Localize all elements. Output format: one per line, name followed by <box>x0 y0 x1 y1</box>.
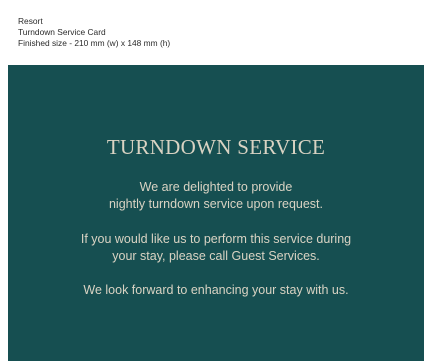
card-text-line: We are delighted to provide <box>139 180 293 194</box>
card-text-line: your stay, please call Guest Services. <box>112 249 320 263</box>
card-paragraph-instructions: If you would like us to perform this ser… <box>8 231 424 265</box>
card-text-line: nightly turndown service upon request. <box>108 197 323 211</box>
card-paragraph-closing: We look forward to enhancing your stay w… <box>8 282 424 299</box>
page: Resort Turndown Service Card Finished si… <box>0 0 424 361</box>
card-paragraph-intro: We are delighted to provide nightly turn… <box>8 179 424 213</box>
spec-document-name: Turndown Service Card <box>18 27 106 37</box>
card-text-line: If you would like us to perform this ser… <box>80 232 352 246</box>
card-title: TURNDOWN SERVICE <box>106 135 326 159</box>
spec-property-name: Resort <box>18 16 43 26</box>
turndown-card: TURNDOWN SERVICE We are delighted to pro… <box>8 65 424 361</box>
card-text-line: We look forward to enhancing your stay w… <box>83 283 349 297</box>
spec-header: Resort Turndown Service Card Finished si… <box>18 16 170 49</box>
spec-finished-size: Finished size - 210 mm (w) x 148 mm (h) <box>18 38 171 48</box>
